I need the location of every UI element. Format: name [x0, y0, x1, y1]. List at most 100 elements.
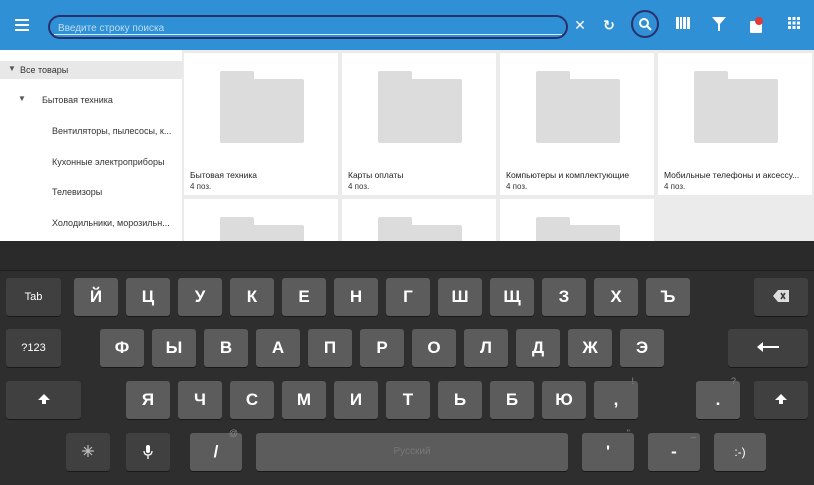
category-tile[interactable]: Карты оплаты 4 поз.: [342, 53, 496, 195]
key[interactable]: О: [412, 329, 456, 367]
sidebar-item-label: Кухонные электроприборы: [52, 157, 165, 167]
sidebar-item-label: Холодильники, морозильн...: [52, 218, 170, 228]
key[interactable]: Я: [126, 381, 170, 419]
key[interactable]: А: [256, 329, 300, 367]
tile-count: 4 поз.: [190, 182, 212, 191]
category-tile[interactable]: Компьютеры и комплектующие 4 поз.: [500, 53, 654, 195]
key[interactable]: И: [334, 381, 378, 419]
symbols-key[interactable]: ?123: [6, 329, 61, 367]
key[interactable]: Д: [516, 329, 560, 367]
key[interactable]: Ю: [542, 381, 586, 419]
barcode-icon[interactable]: [670, 12, 696, 38]
expand-icon: ▼: [18, 94, 26, 103]
key[interactable]: Х: [594, 278, 638, 316]
settings-icon: [82, 445, 94, 457]
cart-icon[interactable]: [743, 12, 769, 38]
key[interactable]: Ч: [178, 381, 222, 419]
sidebar-item-label: Вентиляторы, пылесосы, к...: [52, 126, 172, 136]
key[interactable]: Щ: [490, 278, 534, 316]
smiley-key[interactable]: :-): [714, 433, 766, 471]
folder-icon: [378, 217, 462, 241]
sidebar-item-label: Телевизоры: [52, 187, 103, 197]
sidebar-item-appliances[interactable]: ▼ Бытовая техника: [0, 91, 182, 109]
key[interactable]: Е: [282, 278, 326, 316]
key[interactable]: Ш: [438, 278, 482, 316]
key[interactable]: Г: [386, 278, 430, 316]
key-hint: ?: [730, 376, 736, 386]
key-label: /: [213, 442, 219, 461]
grid-icon[interactable]: [781, 12, 807, 38]
category-tile[interactable]: Бытовая техника 4 поз.: [184, 53, 338, 195]
apostrophe-key[interactable]: ' ": [582, 428, 634, 471]
refresh-icon[interactable]: ↻: [596, 12, 622, 38]
category-tile[interactable]: [342, 199, 496, 241]
tile-count: 4 поз.: [664, 182, 686, 191]
microphone-icon: [143, 445, 153, 459]
sidebar-item-fans[interactable]: Вентиляторы, пылесосы, к...: [0, 122, 182, 140]
search-box[interactable]: [48, 15, 568, 39]
sidebar-item-all[interactable]: ▼ Все товары: [0, 61, 182, 79]
filter-icon[interactable]: [706, 12, 732, 38]
folder-icon: [536, 217, 620, 241]
menu-icon[interactable]: [12, 14, 34, 36]
key-hint: @: [228, 428, 238, 438]
key[interactable]: Й: [74, 278, 118, 316]
tab-key[interactable]: Tab: [6, 278, 61, 316]
key[interactable]: Ъ: [646, 278, 690, 316]
key[interactable]: Л: [464, 329, 508, 367]
key[interactable]: Ж: [568, 329, 612, 367]
key[interactable]: Р: [360, 329, 404, 367]
category-tile[interactable]: [500, 199, 654, 241]
sidebar-item-fridges[interactable]: Холодильники, морозильн...: [0, 214, 182, 232]
comma-key[interactable]: , !: [594, 376, 638, 419]
key-hint: !: [631, 376, 634, 386]
key-hint: ": [626, 428, 630, 438]
key[interactable]: Ф: [100, 329, 144, 367]
backspace-icon: [773, 290, 789, 302]
key[interactable]: Ц: [126, 278, 170, 316]
period-key[interactable]: . ?: [696, 376, 740, 419]
category-sidebar: ▼ Все товары ▼ Бытовая техника Вентилято…: [0, 50, 182, 241]
settings-key[interactable]: [66, 433, 110, 471]
key[interactable]: Э: [620, 329, 664, 367]
close-icon[interactable]: ✕: [567, 12, 593, 38]
slash-key[interactable]: / @: [190, 428, 242, 471]
shift-key-right[interactable]: [754, 381, 808, 419]
key[interactable]: М: [282, 381, 326, 419]
key[interactable]: З: [542, 278, 586, 316]
sidebar-item-tv[interactable]: Телевизоры: [0, 183, 182, 201]
key-label: ,: [613, 390, 619, 409]
search-button[interactable]: [631, 10, 659, 38]
key[interactable]: Б: [490, 381, 534, 419]
key[interactable]: Т: [386, 381, 430, 419]
shift-icon: [775, 394, 787, 404]
key[interactable]: Ы: [152, 329, 196, 367]
key[interactable]: С: [230, 381, 274, 419]
tile-count: 4 поз.: [348, 182, 370, 191]
folder-icon: [220, 71, 304, 143]
key[interactable]: П: [308, 329, 352, 367]
tile-name: Компьютеры и комплектующие: [506, 170, 630, 180]
key[interactable]: К: [230, 278, 274, 316]
category-tile[interactable]: [184, 199, 338, 241]
keyboard-top-bar: [0, 241, 814, 271]
onscreen-keyboard: Tab Й Ц У К Е Н Г Ш Щ З Х Ъ ?123 Ф Ы В А…: [0, 241, 814, 485]
enter-key[interactable]: [728, 329, 808, 367]
sidebar-item-label: Бытовая техника: [42, 95, 113, 105]
expand-icon: ▼: [8, 64, 16, 73]
dash-key[interactable]: - _: [648, 428, 700, 471]
shift-key-left[interactable]: [6, 381, 81, 419]
sidebar-item-kitchen[interactable]: Кухонные электроприборы: [0, 153, 182, 171]
folder-icon: [220, 217, 304, 241]
key[interactable]: Ь: [438, 381, 482, 419]
category-tile[interactable]: Мобильные телефоны и аксессу... 4 поз.: [658, 53, 812, 195]
key[interactable]: У: [178, 278, 222, 316]
space-key[interactable]: Русский: [256, 433, 568, 471]
tile-name: Мобильные телефоны и аксессу...: [664, 170, 800, 180]
key[interactable]: В: [204, 329, 248, 367]
tile-name: Бытовая техника: [190, 170, 257, 180]
key[interactable]: Н: [334, 278, 378, 316]
voice-input-key[interactable]: [126, 433, 170, 471]
search-underline: [54, 34, 562, 35]
backspace-key[interactable]: [754, 278, 808, 316]
